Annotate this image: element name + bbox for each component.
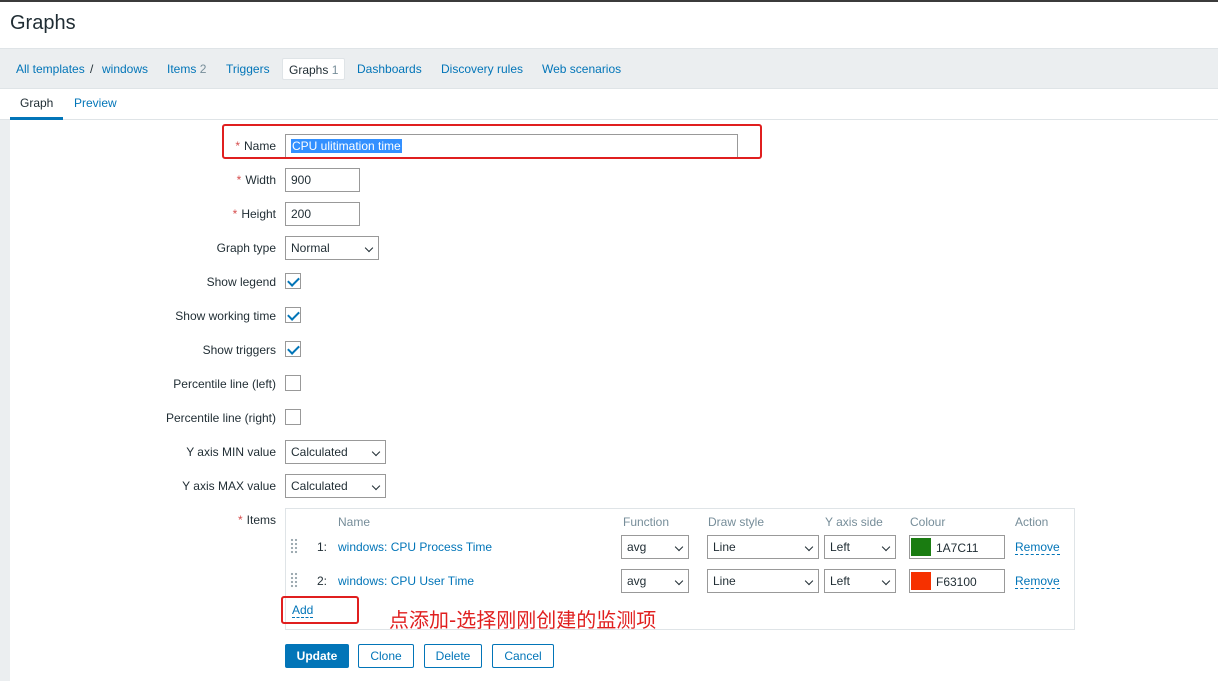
nav-triggers[interactable]: Triggers xyxy=(226,62,270,76)
show-legend-checkbox[interactable] xyxy=(285,273,301,289)
cancel-button[interactable]: Cancel xyxy=(492,644,554,668)
col-header-draw-style: Draw style xyxy=(708,515,765,529)
item-colour-value: 1A7C11 xyxy=(936,541,979,555)
col-header-colour: Colour xyxy=(910,515,946,529)
y-axis-max-value: Calculated xyxy=(291,479,348,493)
item-remove-link[interactable]: Remove xyxy=(1015,541,1060,555)
nav-graphs[interactable]: Graphs 1 xyxy=(282,58,346,80)
item-y-axis-side-select[interactable]: Left xyxy=(824,569,896,593)
show-triggers-checkbox[interactable] xyxy=(285,341,301,357)
required-mark: * xyxy=(236,173,242,187)
item-row-number: 1: xyxy=(317,540,328,554)
y-axis-max-select[interactable]: Calculated xyxy=(285,474,386,498)
item-y-axis-side-value: Left xyxy=(830,574,851,588)
item-row-number: 2: xyxy=(317,574,328,588)
show-working-time-label: Show working time xyxy=(175,309,276,323)
page-title: Graphs xyxy=(10,12,76,34)
clone-button[interactable]: Clone xyxy=(358,644,414,668)
width-label: * Width xyxy=(237,173,276,187)
item-function-value: avg xyxy=(627,540,647,554)
nav-graphs-count: 1 xyxy=(331,63,339,77)
y-axis-min-select[interactable]: Calculated xyxy=(285,440,386,464)
nav-items-count: 2 xyxy=(199,62,207,76)
drag-handle-icon[interactable] xyxy=(290,538,298,554)
percentile-left-checkbox[interactable] xyxy=(285,375,301,391)
chevron-down-icon xyxy=(371,447,381,457)
tab-graph[interactable]: Graph xyxy=(9,96,64,120)
item-link-cpu-process-time[interactable]: windows: CPU Process Time xyxy=(338,540,492,554)
width-input[interactable]: 900 xyxy=(285,168,360,192)
y-axis-max-label: Y axis MAX value xyxy=(182,479,276,493)
update-button[interactable]: Update xyxy=(285,644,349,668)
graph-type-select[interactable]: Normal xyxy=(285,236,379,260)
tab-preview[interactable]: Preview xyxy=(74,96,117,110)
item-draw-style-value: Line xyxy=(713,540,736,554)
item-y-axis-side-value: Left xyxy=(830,540,851,554)
item-function-select[interactable]: avg xyxy=(621,535,689,559)
percentile-right-label: Percentile line (right) xyxy=(165,411,276,425)
percentile-right-checkbox[interactable] xyxy=(285,409,301,425)
nav-discovery-rules[interactable]: Discovery rules xyxy=(441,62,523,76)
breadcrumb-separator: / xyxy=(90,62,94,76)
required-mark: * xyxy=(237,513,243,527)
chevron-down-icon xyxy=(674,576,684,586)
chevron-down-icon xyxy=(364,243,374,253)
nav-items-label: Items xyxy=(167,62,197,76)
items-label: * Items xyxy=(238,513,276,527)
show-triggers-label: Show triggers xyxy=(202,343,276,357)
item-colour-value: F63100 xyxy=(936,575,977,589)
nav-items[interactable]: Items 2 xyxy=(167,62,206,76)
height-label: * Height xyxy=(233,207,276,221)
chevron-down-icon xyxy=(804,542,814,552)
chevron-down-icon xyxy=(804,576,814,586)
breadcrumb-template-windows[interactable]: windows xyxy=(102,62,148,76)
height-label-text: Height xyxy=(241,207,276,221)
delete-button[interactable]: Delete xyxy=(424,644,482,668)
percentile-left-label: Percentile line (left) xyxy=(173,377,276,391)
chevron-down-icon xyxy=(881,542,891,552)
width-label-text: Width xyxy=(245,173,276,187)
y-axis-min-label: Y axis MIN value xyxy=(186,445,276,459)
item-draw-style-select[interactable]: Line xyxy=(707,535,819,559)
drag-handle-icon[interactable] xyxy=(290,572,298,588)
item-y-axis-side-select[interactable]: Left xyxy=(824,535,896,559)
item-link-cpu-user-time[interactable]: windows: CPU User Time xyxy=(338,574,474,588)
item-colour-swatch[interactable] xyxy=(911,572,931,590)
show-working-time-checkbox[interactable] xyxy=(285,307,301,323)
item-colour-swatch[interactable] xyxy=(911,538,931,556)
item-draw-style-select[interactable]: Line xyxy=(707,569,819,593)
nav-web-scenarios[interactable]: Web scenarios xyxy=(542,62,621,76)
chevron-down-icon xyxy=(674,542,684,552)
breadcrumb-all-templates[interactable]: All templates xyxy=(16,62,85,76)
graph-type-label: Graph type xyxy=(216,241,276,255)
left-gutter xyxy=(0,120,10,681)
template-navigation: All templates / windows Items 2 Triggers… xyxy=(0,48,1218,89)
item-remove-link[interactable]: Remove xyxy=(1015,575,1060,589)
height-input[interactable]: 200 xyxy=(285,202,360,226)
items-label-text: Items xyxy=(246,513,276,527)
col-header-action: Action xyxy=(1015,515,1049,529)
graph-type-value: Normal xyxy=(291,241,330,255)
chevron-down-icon xyxy=(881,576,891,586)
nav-graphs-label: Graphs xyxy=(289,63,329,77)
top-border xyxy=(0,0,1218,2)
item-draw-style-value: Line xyxy=(713,574,736,588)
col-header-y-axis-side: Y axis side xyxy=(825,515,883,529)
col-header-name: Name xyxy=(338,515,371,529)
item-function-value: avg xyxy=(627,574,647,588)
chevron-down-icon xyxy=(371,481,381,491)
item-function-select[interactable]: avg xyxy=(621,569,689,593)
col-header-function: Function xyxy=(623,515,670,529)
annotation-box-add xyxy=(281,596,359,624)
required-mark: * xyxy=(232,207,238,221)
form-tabs: Graph Preview xyxy=(0,90,1218,120)
annotation-text: 点添加-选择刚刚创建的监测项 xyxy=(389,608,657,632)
y-axis-min-value: Calculated xyxy=(291,445,348,459)
annotation-box-name xyxy=(222,124,762,159)
nav-dashboards[interactable]: Dashboards xyxy=(357,62,422,76)
show-legend-label: Show legend xyxy=(206,275,276,289)
